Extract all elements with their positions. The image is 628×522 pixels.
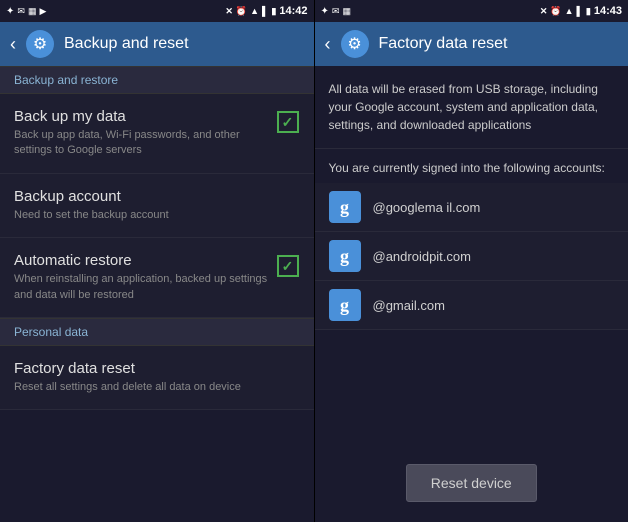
status-bar-right: ✦ ✉ ▦ ✕ ⏰ ▲ ▌ ▮ 14:43	[315, 0, 628, 22]
account-item-1: g @androidpit.com	[315, 232, 628, 281]
mute-icon-r: ✕	[540, 6, 548, 17]
account-item-0: g @googlema il.com	[315, 183, 628, 232]
backup-account-subtitle: Need to set the backup account	[14, 208, 300, 223]
wifi-icon: ▲	[250, 6, 259, 16]
google-icon-2: g	[329, 289, 361, 321]
auto-restore-title: Automatic restore	[14, 252, 268, 269]
factory-reset-description: All data will be erased from USB storage…	[315, 66, 628, 149]
menu-item-factory-reset[interactable]: Factory data reset Reset all settings an…	[0, 346, 314, 410]
menu-item-backup-account[interactable]: Backup account Need to set the backup ac…	[0, 174, 314, 238]
msg-icon-r: ✉	[332, 6, 340, 17]
status-right-left: ✕ ⏰ ▲ ▌ ▮ 14:42	[225, 5, 307, 17]
account-email-2: @gmail.com	[373, 298, 445, 313]
dropbox-icon-r: ✦	[321, 6, 329, 17]
dropbox-icon: ✦	[6, 6, 14, 17]
accounts-intro: You are currently signed into the follow…	[315, 149, 628, 183]
reset-button-container: Reset device	[315, 444, 628, 522]
right-header: ‹ ⚙ Factory data reset	[315, 22, 628, 66]
play-icon: ▶	[39, 6, 46, 17]
auto-restore-check: ✓	[276, 254, 300, 278]
status-left-icons: ✦ ✉ ▦ ▶	[6, 6, 46, 17]
mute-icon: ✕	[225, 6, 233, 17]
left-header-title: Backup and reset	[64, 35, 189, 53]
status-right-left-icons: ✦ ✉ ▦	[321, 6, 351, 17]
section-header-personal: Personal data	[0, 318, 314, 346]
alarm-icon-r: ⏰	[550, 6, 561, 17]
account-item-2: g @gmail.com	[315, 281, 628, 330]
msg-icon: ✉	[17, 6, 25, 17]
signal-icon-r: ▌	[577, 6, 583, 16]
battery-icon-r: ▮	[586, 6, 591, 17]
signal-icon: ▌	[262, 6, 268, 16]
google-icon-0: g	[329, 191, 361, 223]
back-button-left[interactable]: ‹	[10, 34, 16, 55]
back-button-right[interactable]: ‹	[325, 34, 331, 55]
nfc-icon: ▦	[28, 6, 37, 17]
status-right-right-icons: ✕ ⏰ ▲ ▌ ▮ 14:43	[540, 5, 622, 17]
backup-data-subtitle: Back up app data, Wi-Fi passwords, and o…	[14, 128, 268, 159]
status-bar-left: ✦ ✉ ▦ ▶ ✕ ⏰ ▲ ▌ ▮ 14:42	[0, 0, 314, 22]
battery-icon: ▮	[271, 6, 276, 17]
nfc-icon-r: ▦	[342, 6, 351, 17]
alarm-icon: ⏰	[236, 6, 247, 17]
time-right: 14:43	[594, 5, 622, 17]
auto-restore-subtitle: When reinstalling an application, backed…	[14, 272, 268, 303]
google-icon-1: g	[329, 240, 361, 272]
backup-data-title: Back up my data	[14, 108, 268, 125]
checkmark-auto-restore: ✓	[277, 255, 299, 277]
account-email-0: @googlema il.com	[373, 200, 481, 215]
right-panel: ✦ ✉ ▦ ✕ ⏰ ▲ ▌ ▮ 14:43 ‹ ⚙ Factory data r…	[315, 0, 628, 522]
left-panel: ✦ ✉ ▦ ▶ ✕ ⏰ ▲ ▌ ▮ 14:42 ‹ ⚙ Backup and r…	[0, 0, 315, 522]
reset-device-button[interactable]: Reset device	[406, 464, 537, 502]
section-header-backup: Backup and restore	[0, 66, 314, 94]
right-header-title: Factory data reset	[379, 35, 508, 53]
gear-icon-left: ⚙	[26, 30, 54, 58]
account-email-1: @androidpit.com	[373, 249, 471, 264]
backup-data-check: ✓	[276, 110, 300, 134]
factory-reset-subtitle: Reset all settings and delete all data o…	[14, 380, 300, 395]
menu-item-auto-restore[interactable]: Automatic restore When reinstalling an a…	[0, 238, 314, 318]
wifi-icon-r: ▲	[565, 6, 574, 16]
menu-item-backup-data[interactable]: Back up my data Back up app data, Wi-Fi …	[0, 94, 314, 174]
checkmark-backup-data: ✓	[277, 111, 299, 133]
backup-account-title: Backup account	[14, 188, 300, 205]
gear-icon-right: ⚙	[341, 30, 369, 58]
factory-reset-title: Factory data reset	[14, 360, 300, 377]
time-left: 14:42	[279, 5, 307, 17]
left-header: ‹ ⚙ Backup and reset	[0, 22, 314, 66]
